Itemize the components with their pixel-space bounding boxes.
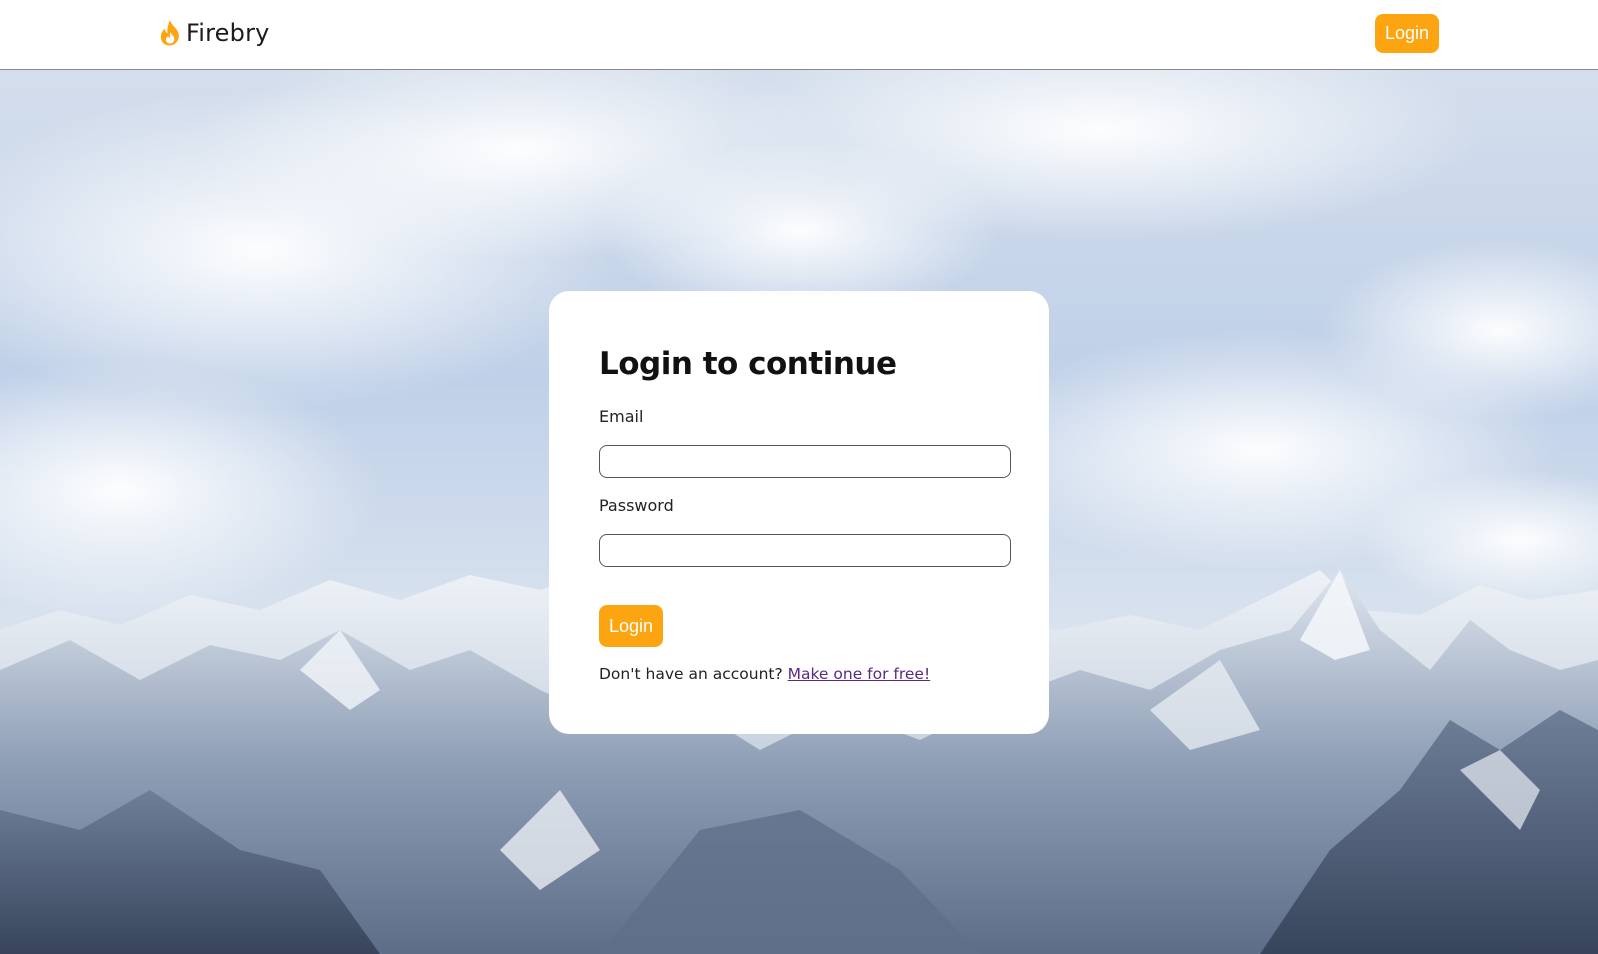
password-label: Password [599,496,674,515]
signup-link[interactable]: Make one for free! [788,665,931,683]
signup-prompt-line: Don't have an account? Make one for free… [599,665,930,683]
top-navbar: Firebry Login [0,0,1598,70]
email-field[interactable] [599,445,1011,478]
password-field[interactable] [599,534,1011,567]
navbar-login-button[interactable]: Login [1375,14,1439,53]
signup-prompt-text: Don't have an account? [599,665,783,683]
brand-logo[interactable]: Firebry [158,17,270,49]
login-card: Login to continue Email Password Login D… [549,291,1049,734]
login-page: Firebry Login Login to continue Email Pa… [0,0,1598,954]
email-label: Email [599,407,644,426]
brand-name: Firebry [186,19,270,47]
login-title: Login to continue [599,346,897,382]
flame-icon [160,20,179,46]
login-submit-button[interactable]: Login [599,605,663,647]
